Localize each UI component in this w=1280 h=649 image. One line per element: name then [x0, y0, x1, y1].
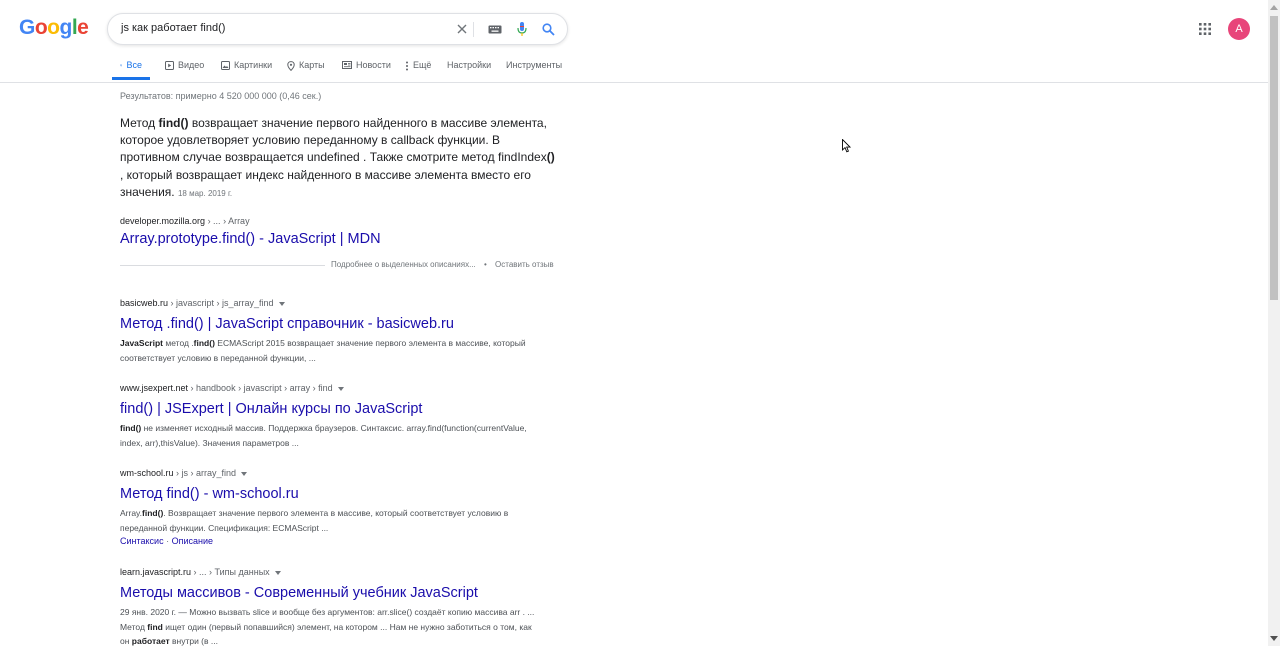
chevron-down-icon[interactable]	[274, 570, 281, 575]
result-sitelinks: Синтаксис · Описание	[120, 536, 214, 546]
video-icon	[165, 61, 174, 70]
result-title[interactable]: Метод find() - wm-school.ru	[120, 486, 540, 502]
result-title[interactable]: Методы массивов - Современный учебник Ja…	[120, 585, 540, 601]
account-avatar[interactable]: A	[1228, 18, 1250, 40]
footer-separator: •	[483, 260, 487, 269]
scroll-up-arrow-icon[interactable]	[1270, 5, 1278, 10]
result-snippet: 29 янв. 2020 г. — Можно вызвать slice и …	[120, 607, 535, 646]
featured-snippet-text: Метод find() возвращает значение первого…	[120, 116, 555, 199]
tab-all[interactable]: Все	[112, 60, 150, 80]
tab-news[interactable]: Новости	[342, 60, 391, 80]
tab-tools[interactable]: Инструменты	[506, 60, 562, 80]
result-snippet: JavaScript метод .find() ECMAScript 2015…	[120, 338, 526, 363]
keyboard-icon[interactable]	[486, 20, 504, 38]
header: Google js как работает find() A Все Виде…	[0, 0, 1268, 83]
sitelink-description[interactable]: Описание	[172, 536, 213, 546]
result-cite: www.jsexpert.net › handbook › javascript…	[120, 383, 540, 397]
search-divider	[473, 22, 474, 37]
tab-maps[interactable]: Карты	[287, 60, 325, 80]
featured-source-cite: developer.mozilla.org › ... › Array	[120, 216, 250, 226]
scroll-down-arrow-icon[interactable]	[1270, 636, 1278, 641]
sitelink-syntax[interactable]: Синтаксис	[120, 536, 164, 546]
news-icon	[342, 61, 352, 69]
tab-images[interactable]: Картинки	[221, 60, 272, 80]
mouse-cursor-icon	[842, 139, 852, 153]
scrollbar-thumb[interactable]	[1270, 16, 1278, 300]
search-input[interactable]: js как работает find()	[121, 22, 225, 34]
chevron-down-icon[interactable]	[278, 301, 285, 306]
result-stats: Результатов: примерно 4 520 000 000 (0,4…	[120, 91, 322, 101]
search-box[interactable]: js как работает find()	[107, 13, 568, 45]
result-snippet: find() не изменяет исходный массив. Подд…	[120, 423, 527, 448]
result-title[interactable]: Метод .find() | JavaScript справочник - …	[120, 316, 540, 332]
featured-source-title[interactable]: Array.prototype.find() - JavaScript | MD…	[120, 231, 381, 247]
result-snippet: Array.find(). Возвращает значение первог…	[120, 508, 509, 533]
google-logo[interactable]: Google	[19, 16, 89, 40]
search-result: wm-school.ru › js › array_find Метод fin…	[120, 468, 540, 546]
mic-icon[interactable]	[513, 20, 531, 38]
search-result: www.jsexpert.net › handbook › javascript…	[120, 383, 540, 450]
featured-date: 18 мар. 2019 г.	[177, 188, 233, 198]
tab-settings[interactable]: Настройки	[447, 60, 491, 80]
search-result: learn.javascript.ru › ... › Типы данных …	[120, 567, 540, 649]
featured-divider	[120, 265, 325, 266]
more-vertical-icon	[406, 61, 408, 71]
search-result: basicweb.ru › javascript › js_array_find…	[120, 298, 540, 365]
image-icon	[221, 61, 230, 70]
featured-footer: Подробнее о выделенных описаниях... • Ос…	[331, 260, 554, 269]
tab-video[interactable]: Видео	[165, 60, 204, 80]
feedback-link[interactable]: Оставить отзыв	[495, 260, 554, 269]
about-featured-link[interactable]: Подробнее о выделенных описаниях...	[331, 260, 476, 269]
result-cite: wm-school.ru › js › array_find	[120, 468, 540, 482]
chevron-down-icon[interactable]	[337, 386, 344, 391]
result-cite: basicweb.ru › javascript › js_array_find	[120, 298, 540, 312]
result-title[interactable]: find() | JSExpert | Онлайн курсы по Java…	[120, 401, 540, 417]
apps-grid-icon[interactable]	[1199, 22, 1213, 36]
map-pin-icon	[287, 61, 295, 71]
search-icon[interactable]	[539, 20, 557, 38]
tab-more[interactable]: Ещё	[405, 60, 431, 80]
clear-icon[interactable]	[453, 20, 471, 38]
search-icon	[120, 64, 123, 67]
result-cite: learn.javascript.ru › ... › Типы данных	[120, 567, 540, 581]
chevron-down-icon[interactable]	[241, 471, 248, 476]
